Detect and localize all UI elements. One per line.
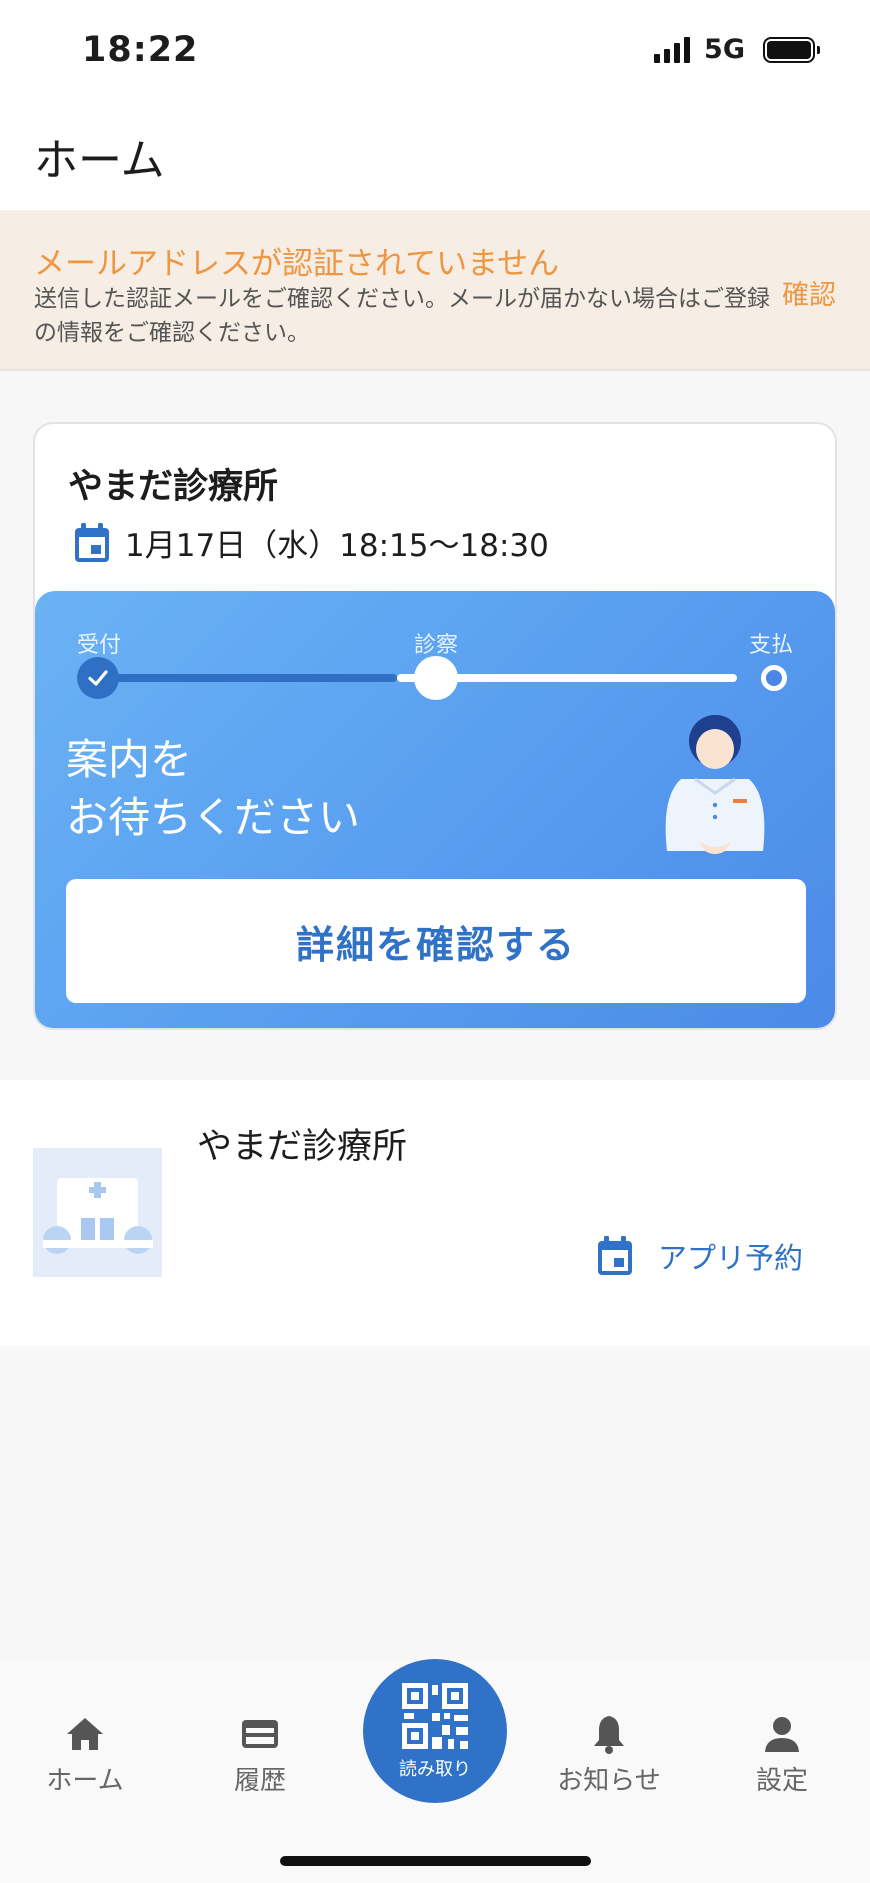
view-details-button[interactable]: 詳細を確認する bbox=[66, 879, 806, 1003]
network-type: 5G bbox=[704, 34, 745, 65]
step-payment-label: 支払 bbox=[748, 633, 793, 658]
clinic-card-name: やまだ診療所 bbox=[197, 1127, 408, 1167]
app-reserve-label: アプリ予約 bbox=[657, 1241, 803, 1275]
tab-settings[interactable]: 設定 bbox=[722, 1712, 842, 1797]
step-reception-label: 受付 bbox=[77, 633, 122, 658]
calendar-icon bbox=[597, 1236, 632, 1275]
person-icon bbox=[765, 1717, 799, 1752]
tab-history-label: 履歴 bbox=[233, 1766, 286, 1796]
signal-icon bbox=[654, 36, 691, 63]
status-bar: 18:22 5G bbox=[0, 0, 870, 100]
bell-icon bbox=[594, 1716, 624, 1754]
card-icon bbox=[242, 1720, 278, 1748]
step-current-marker bbox=[414, 656, 458, 700]
tab-history[interactable]: 履歴 bbox=[200, 1712, 320, 1797]
calendar-icon bbox=[75, 522, 109, 562]
header: ホーム bbox=[0, 100, 870, 210]
status-indicators: 5G bbox=[654, 34, 820, 65]
confirm-link[interactable]: 確認 bbox=[782, 273, 836, 312]
hospital-icon bbox=[43, 1178, 153, 1254]
home-indicator bbox=[280, 1856, 591, 1866]
appointment-date: 1月17日（水）18:15〜18:30 bbox=[73, 520, 549, 565]
app-reserve-button[interactable]: アプリ予約 bbox=[596, 1235, 803, 1277]
qr-code-icon bbox=[402, 1683, 468, 1749]
tab-notifications[interactable]: お知らせ bbox=[549, 1712, 669, 1797]
step-done-marker bbox=[77, 657, 119, 699]
email-verification-banner: メールアドレスが認証されていません 送信した認証メールをご確認ください。メールが… bbox=[0, 210, 870, 371]
tab-home-label: ホーム bbox=[46, 1766, 124, 1796]
tab-notifications-label: お知らせ bbox=[557, 1766, 661, 1796]
alert-message: 送信した認証メールをご確認ください。メールが届かない場合はご登録の情報をご確認く… bbox=[34, 286, 770, 346]
progress-completed-track bbox=[97, 674, 397, 682]
step-pending-marker bbox=[761, 665, 787, 691]
appointment-datetime-text: 1月17日（水）18:15〜18:30 bbox=[125, 528, 549, 564]
scan-button[interactable]: 読み取り bbox=[363, 1659, 507, 1803]
nurse-illustration bbox=[665, 715, 765, 854]
scan-label: 読み取り bbox=[399, 1759, 471, 1779]
clinic-thumbnail bbox=[33, 1148, 162, 1277]
clinic-card[interactable]: やまだ診療所 アプリ予約 bbox=[0, 1080, 870, 1346]
step-consultation-label: 診察 bbox=[414, 633, 459, 658]
alert-title: メールアドレスが認証されていません bbox=[34, 246, 560, 282]
status-time: 18:22 bbox=[82, 30, 199, 70]
home-icon bbox=[67, 1718, 103, 1750]
tab-settings-label: 設定 bbox=[755, 1766, 808, 1796]
appointment-card: やまだ診療所 1月17日（水）18:15〜18:30 受付 診察 支払 案内を … bbox=[33, 422, 837, 1030]
battery-icon bbox=[763, 36, 820, 63]
status-message: 案内を お待ちください bbox=[66, 735, 361, 842]
page-title: ホーム bbox=[34, 135, 165, 186]
appointment-clinic-name: やまだ診療所 bbox=[68, 467, 279, 507]
check-icon bbox=[88, 670, 108, 686]
tab-home[interactable]: ホーム bbox=[25, 1712, 145, 1797]
visit-status-panel: 受付 診察 支払 案内を お待ちください 詳細を確認する bbox=[35, 591, 835, 1028]
